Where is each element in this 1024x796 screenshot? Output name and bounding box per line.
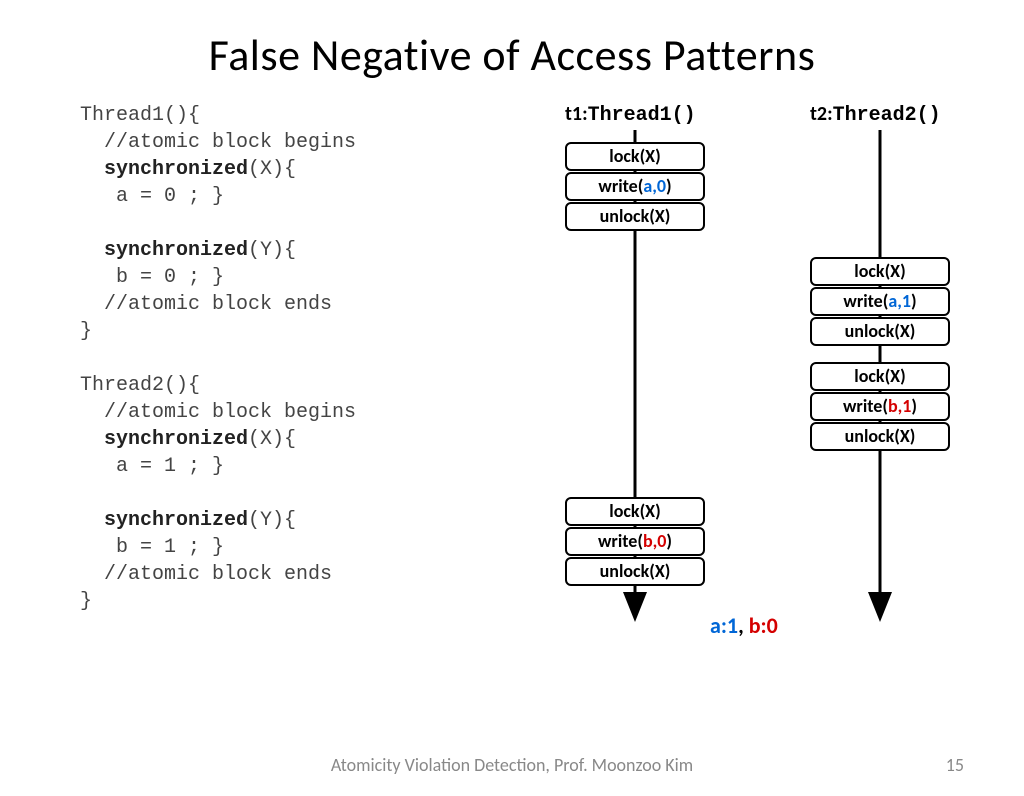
result-values: a:1, b:0: [710, 612, 778, 639]
thread2-header: t2:Thread2(): [810, 102, 941, 127]
t1-unlock-2: unlock(X): [565, 557, 705, 586]
t2-write-b1: write(b,1): [810, 392, 950, 421]
thread1-header: t1:Thread1(): [565, 102, 696, 127]
t1-write-b0: write(b,0): [565, 527, 705, 556]
footer-text: Atomicity Violation Detection, Prof. Moo…: [0, 754, 1024, 776]
t2-lock-1: lock(X): [810, 257, 950, 286]
content-area: Thread1(){ //atomic block begins synchro…: [0, 102, 1024, 622]
t2-unlock-1: unlock(X): [810, 317, 950, 346]
slide-title: False Negative of Access Patterns: [0, 28, 1024, 82]
t1-lock-2: lock(X): [565, 497, 705, 526]
page-number: 15: [946, 754, 964, 776]
t2-unlock-2: unlock(X): [810, 422, 950, 451]
timeline-diagram: t1:Thread1() t2:Thread2() lock(X) write(…: [480, 102, 984, 622]
t1-unlock-1: unlock(X): [565, 202, 705, 231]
t1-lock-1: lock(X): [565, 142, 705, 171]
t2-lock-2: lock(X): [810, 362, 950, 391]
t2-write-a1: write(a,1): [810, 287, 950, 316]
t1-write-a0: write(a,0): [565, 172, 705, 201]
code-listing: Thread1(){ //atomic block begins synchro…: [80, 102, 480, 622]
